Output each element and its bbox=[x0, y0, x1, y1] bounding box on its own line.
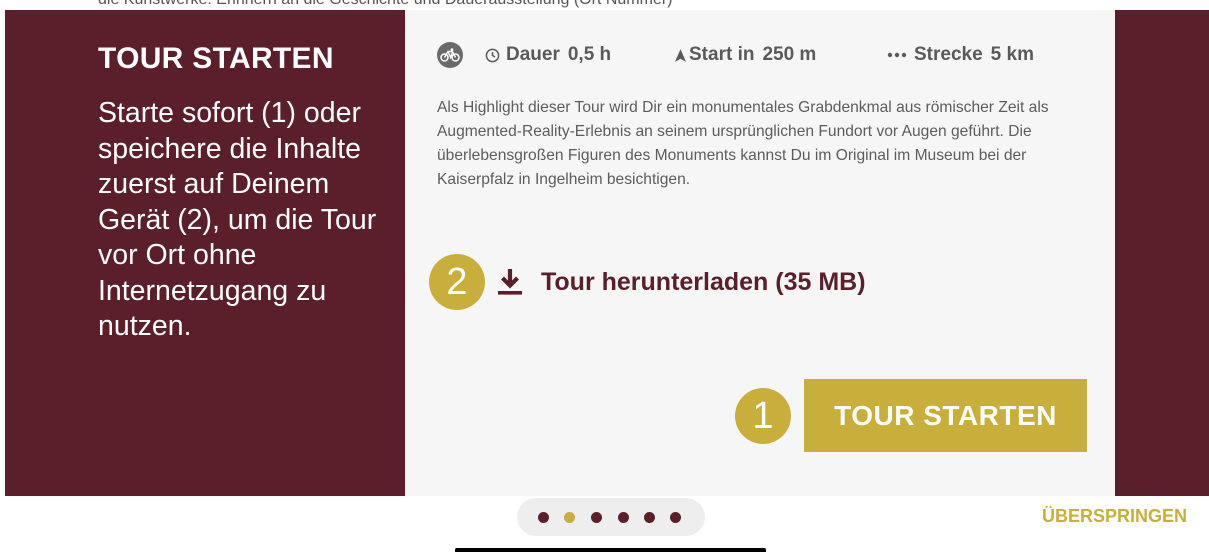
page-dot[interactable] bbox=[670, 512, 681, 523]
duration-label: Dauer bbox=[506, 44, 560, 65]
download-label: Tour herunterladen (35 MB) bbox=[541, 267, 866, 296]
page-indicator bbox=[517, 498, 705, 536]
tour-detail-card: Dauer 0,5 h Start in 250 m Strecke 5 km … bbox=[405, 10, 1115, 496]
distance-label: Strecke bbox=[914, 44, 983, 65]
page-dot[interactable] bbox=[644, 512, 655, 523]
route-length-info: Strecke 5 km bbox=[887, 40, 1034, 70]
page-dot-active[interactable] bbox=[564, 512, 575, 523]
route-dots-icon bbox=[887, 52, 907, 58]
page-dot[interactable] bbox=[591, 512, 602, 523]
clock-icon bbox=[485, 48, 500, 63]
skip-button[interactable]: ÜBERSPRINGEN bbox=[1042, 506, 1187, 527]
duration-info: Dauer 0,5 h bbox=[485, 40, 611, 70]
start-tour-button[interactable]: TOUR STARTEN bbox=[804, 379, 1087, 452]
duration-value: 0,5 h bbox=[567, 44, 612, 65]
home-indicator[interactable] bbox=[455, 548, 766, 552]
start-value: 250 m bbox=[762, 44, 817, 65]
step-badge-start: 1 bbox=[735, 388, 791, 444]
page-dot[interactable] bbox=[618, 512, 629, 523]
background-page-strip: die Kunstwerke: Erinnern an die Geschich… bbox=[0, 0, 1209, 10]
tour-meta-row: Dauer 0,5 h Start in 250 m Strecke 5 km bbox=[437, 40, 1097, 70]
onboarding-text: Starte sofort (1) oder speichere die Inh… bbox=[98, 97, 377, 342]
start-distance-info: Start in 250 m bbox=[675, 40, 816, 70]
navigation-arrow-icon bbox=[675, 48, 686, 62]
onboarding-hint-panel: TOUR STARTEN Starte sofort (1) oder spei… bbox=[5, 10, 405, 496]
download-tour-link[interactable]: Tour herunterladen (35 MB) bbox=[497, 262, 866, 302]
tour-description: Als Highlight dieser Tour wird Dir ein m… bbox=[437, 99, 1049, 188]
download-icon bbox=[497, 268, 523, 296]
page-dot[interactable] bbox=[538, 512, 549, 523]
next-slide-edge bbox=[1115, 10, 1209, 496]
start-label: Start in bbox=[689, 44, 755, 65]
bicycle-icon bbox=[437, 42, 463, 68]
onboarding-title: TOUR STARTEN bbox=[98, 42, 334, 75]
distance-value: 5 km bbox=[990, 44, 1034, 65]
background-clipped-text: die Kunstwerke: Erinnern an die Geschich… bbox=[98, 0, 673, 9]
step-badge-download: 2 bbox=[429, 254, 485, 310]
